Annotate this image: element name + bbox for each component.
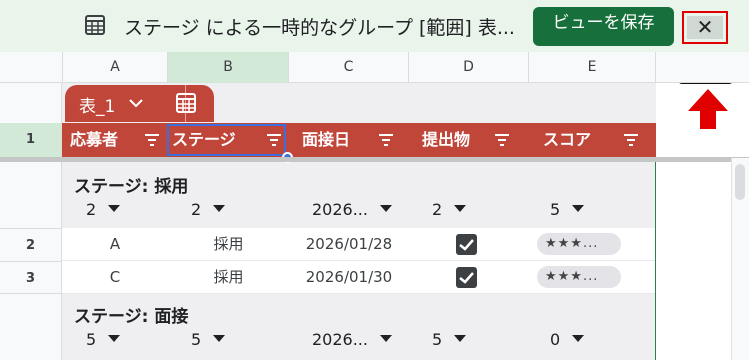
column-header-e[interactable]: E xyxy=(528,52,655,83)
filter-icon[interactable] xyxy=(378,133,394,147)
table-right-border xyxy=(655,162,656,360)
group-count-score[interactable]: 0 xyxy=(550,330,585,349)
group-count-submission[interactable]: 2 xyxy=(432,200,467,219)
group-count-applicant[interactable]: 5 xyxy=(86,330,121,349)
arrow-up-icon xyxy=(688,89,728,129)
window-title: ステージ による一時的なグループ [範囲] 表... xyxy=(124,17,515,39)
scrollbar-thumb[interactable] xyxy=(735,164,745,200)
column-header-row: A B C D E xyxy=(0,52,749,83)
count-value: 5 xyxy=(550,200,561,219)
selected-cell-outline xyxy=(167,124,286,156)
cell-stage[interactable]: 採用 xyxy=(168,261,289,294)
column-header-c[interactable]: C xyxy=(288,52,408,83)
caret-down-icon xyxy=(108,205,121,212)
row-header-3[interactable]: 3 xyxy=(0,261,62,294)
check-icon xyxy=(459,272,474,284)
count-value: 2 xyxy=(191,200,202,219)
header-applicant-label: 応募者 xyxy=(70,130,119,149)
header-score[interactable]: スコア xyxy=(543,123,653,157)
table-name-chip[interactable]: 表_1 xyxy=(65,85,214,122)
chevron-down-icon[interactable] xyxy=(129,98,143,108)
count-value: 0 xyxy=(550,330,561,349)
caret-down-icon xyxy=(454,205,467,212)
group-count-score[interactable]: 5 xyxy=(550,200,585,219)
header-submission[interactable]: 提出物 xyxy=(422,123,532,157)
filter-icon[interactable] xyxy=(623,133,639,147)
header-interview-date[interactable]: 面接日 xyxy=(302,123,412,157)
row-header-1[interactable]: 1 xyxy=(0,123,62,157)
frozen-row-divider[interactable] xyxy=(0,157,749,162)
column-header-empty xyxy=(655,52,749,83)
close-highlight: ✕ xyxy=(682,11,728,44)
cell-applicant[interactable]: C xyxy=(62,261,168,294)
caret-down-icon xyxy=(572,335,585,342)
header-interview-date-label: 面接日 xyxy=(302,130,351,149)
table-row: C 採用 2026/01/30 ★★★... xyxy=(62,261,656,294)
group-count-submission[interactable]: 5 xyxy=(432,330,467,349)
table-icon xyxy=(85,15,105,35)
table-name: 表_1 xyxy=(79,97,116,117)
group-count-date[interactable]: 2026... xyxy=(312,200,392,219)
table-view-icon[interactable] xyxy=(175,92,197,114)
caret-down-icon xyxy=(108,335,121,342)
column-header-b[interactable]: B xyxy=(167,52,288,83)
cell-applicant[interactable]: A xyxy=(62,228,168,261)
row-header-blank xyxy=(0,83,62,123)
count-value: 2 xyxy=(432,200,443,219)
table-row: A 採用 2026/01/28 ★★★... xyxy=(62,228,656,261)
group-count-applicant[interactable]: 2 xyxy=(86,200,121,219)
check-icon xyxy=(459,239,474,251)
filter-icon[interactable] xyxy=(494,133,510,147)
count-value: 5 xyxy=(191,330,202,349)
checkbox-checked[interactable] xyxy=(456,234,477,255)
row-header-2[interactable]: 2 xyxy=(0,228,62,261)
column-header-a[interactable]: A xyxy=(62,52,167,83)
filter-icon[interactable] xyxy=(144,133,160,147)
group-count-stage[interactable]: 2 xyxy=(191,200,226,219)
count-value: 5 xyxy=(86,330,97,349)
table-header-row: 応募者 ステージ 面接日 提出物 スコア xyxy=(62,123,656,157)
header-applicant[interactable]: 応募者 xyxy=(70,123,166,157)
count-value: 2 xyxy=(86,200,97,219)
score-rating[interactable]: ★★★... xyxy=(537,233,621,255)
caret-down-icon xyxy=(213,205,226,212)
save-view-button[interactable]: ビューを保存 xyxy=(533,7,674,46)
group-count-stage[interactable]: 5 xyxy=(191,330,226,349)
caret-down-icon xyxy=(213,335,226,342)
close-button[interactable]: ✕ xyxy=(687,16,723,39)
cell-stage[interactable]: 採用 xyxy=(168,228,289,261)
caret-down-icon xyxy=(379,335,392,342)
row-header-group xyxy=(0,162,62,228)
caret-down-icon xyxy=(454,335,467,342)
group-count-date[interactable]: 2026... xyxy=(312,330,392,349)
checkbox-checked[interactable] xyxy=(456,267,477,288)
column-header-d[interactable]: D xyxy=(408,52,528,83)
count-value: 5 xyxy=(432,330,443,349)
cell-date[interactable]: 2026/01/30 xyxy=(289,261,409,294)
row-header-group-2 xyxy=(0,294,62,360)
caret-down-icon xyxy=(572,205,585,212)
caret-down-icon xyxy=(379,205,392,212)
header-score-label: スコア xyxy=(543,130,592,149)
count-value: 2026... xyxy=(312,330,368,349)
score-rating[interactable]: ★★★... xyxy=(537,266,621,288)
cell-date[interactable]: 2026/01/28 xyxy=(289,228,409,261)
group-title: ステージ: 面接 xyxy=(74,307,189,327)
header-submission-label: 提出物 xyxy=(422,130,471,149)
group-title: ステージ: 採用 xyxy=(74,177,189,197)
count-value: 2026... xyxy=(312,200,368,219)
